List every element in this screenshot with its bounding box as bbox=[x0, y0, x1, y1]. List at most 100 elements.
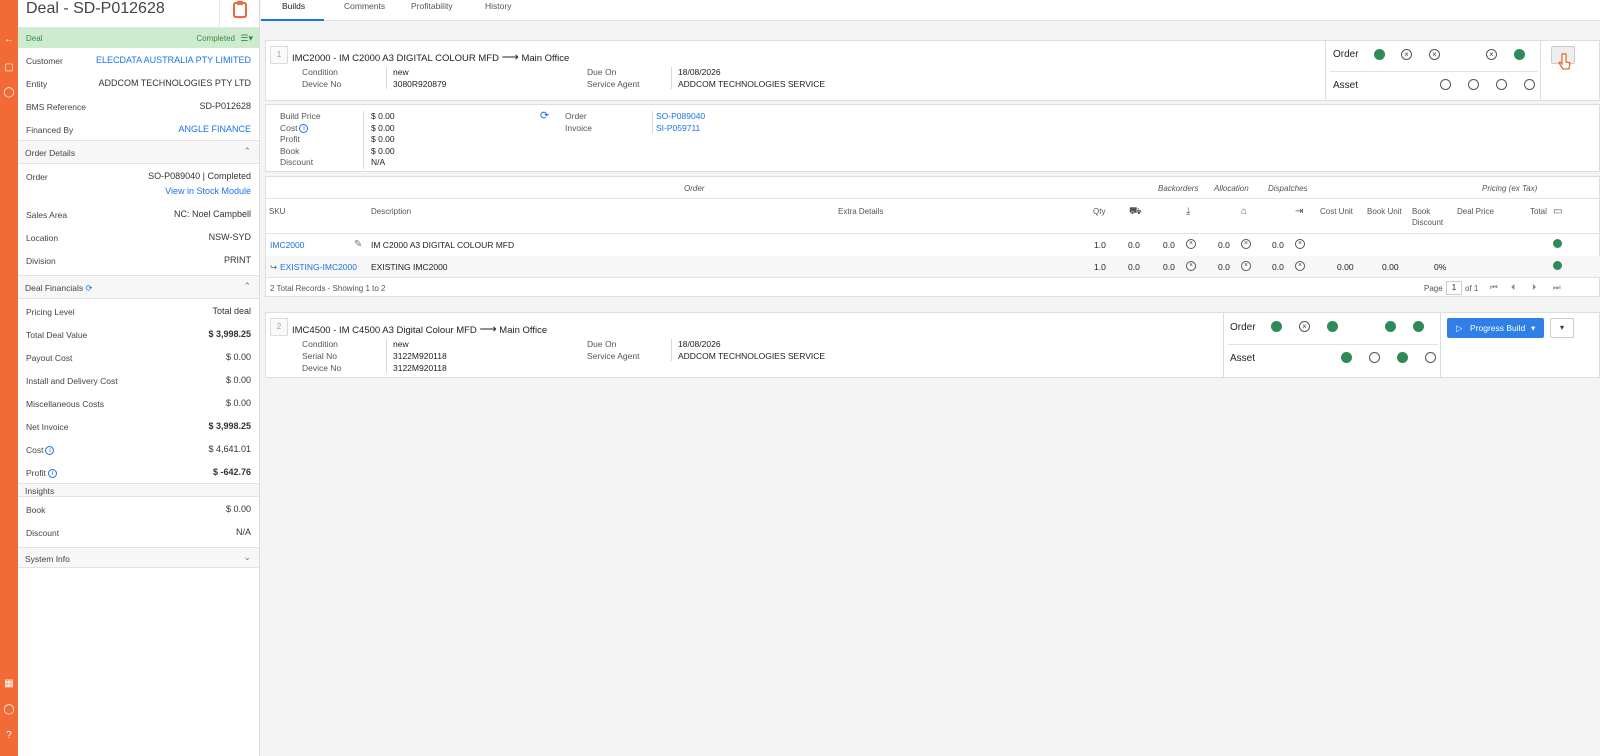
build-destination: Main Office bbox=[521, 53, 570, 64]
link-value[interactable]: SI-P059711 bbox=[656, 123, 700, 133]
system-info-section[interactable]: System Info ⌄ bbox=[18, 547, 259, 568]
build-items-table: Order Backorders Allocation Dispatches P… bbox=[265, 176, 1600, 297]
status-done-icon bbox=[1385, 321, 1396, 332]
divider bbox=[266, 233, 1600, 234]
field-label: Financed By bbox=[26, 125, 74, 135]
status-pending-icon bbox=[1468, 79, 1479, 90]
deal-financials-section[interactable]: Deal Financials ⟳ ⌃ bbox=[18, 275, 259, 299]
field-value[interactable]: ANGLE FINANCE bbox=[178, 124, 251, 134]
item-value: 0.0 bbox=[1163, 262, 1175, 272]
col-book-discount[interactable]: Book bbox=[1412, 207, 1430, 216]
status-cancel-icon: × bbox=[1241, 261, 1251, 271]
chevron-up-icon[interactable]: ⌃ bbox=[243, 281, 251, 292]
serial-value: 3122M920118 bbox=[393, 351, 447, 361]
next-page-icon[interactable]: ⏵ bbox=[1532, 282, 1536, 293]
field-label: Customer bbox=[26, 56, 63, 66]
page-of: of 1 bbox=[1465, 284, 1479, 293]
tab-profitability[interactable]: Profitability bbox=[411, 0, 453, 21]
order-value: SO-P089040 | Completed bbox=[148, 171, 251, 181]
agent-value: ADDCOM TECHNOLOGIES SERVICE bbox=[678, 79, 826, 89]
clipboard-button[interactable] bbox=[219, 0, 259, 28]
field-row: Entity ADDCOM TECHNOLOGIES PTY LTD bbox=[18, 71, 259, 94]
order-detail-row: Sales Area NC: Noel Campbell bbox=[18, 202, 259, 225]
group-order-header: Order bbox=[684, 184, 705, 193]
list-menu-icon[interactable]: ☰▾ bbox=[240, 33, 253, 44]
col-qty[interactable]: Qty bbox=[1093, 207, 1105, 216]
link-label: Order bbox=[565, 111, 587, 121]
pricing-value: $ 0.00 bbox=[371, 122, 395, 133]
group-dispatches-header: Dispatches bbox=[1268, 184, 1308, 193]
prev-page-icon[interactable]: ⏴ bbox=[1511, 282, 1515, 293]
tab-comments[interactable]: Comments bbox=[344, 0, 385, 21]
field-label-text: Profit bbox=[26, 468, 46, 478]
divider bbox=[386, 67, 387, 89]
chevron-down-icon[interactable]: ⌄ bbox=[243, 552, 251, 563]
user-nav-icon[interactable]: ◯ bbox=[3, 87, 15, 99]
info-icon[interactable]: i bbox=[299, 123, 309, 133]
status-done-icon bbox=[1327, 321, 1338, 332]
field-label: BMS Reference bbox=[26, 102, 86, 112]
first-page-icon[interactable]: ⏮ bbox=[1490, 282, 1498, 293]
deal-header: Deal - SD-P012628 bbox=[18, 0, 259, 28]
condition-value: new bbox=[393, 339, 409, 349]
col-description[interactable]: Description bbox=[371, 207, 411, 216]
col-deal-price[interactable]: Deal Price bbox=[1457, 207, 1494, 216]
refresh-icon[interactable]: ⟳ bbox=[86, 283, 93, 293]
pricing-value: $ 0.00 bbox=[371, 134, 395, 144]
link-value[interactable]: SO-P089040 bbox=[656, 111, 705, 121]
col-book-discount-2: Discount bbox=[1412, 218, 1444, 227]
clipboard-nav-icon[interactable]: ▢ bbox=[3, 62, 15, 74]
field-label: Pricing Level bbox=[26, 307, 75, 317]
edit-icon[interactable]: ✎ bbox=[354, 239, 362, 250]
field-value: $ 0.00 bbox=[225, 352, 251, 362]
help-nav-icon[interactable]: ? bbox=[3, 730, 15, 742]
status-done-icon bbox=[1514, 49, 1525, 60]
field-value[interactable]: ELECDATA AUSTRALIA PTY LIMITED bbox=[96, 55, 251, 65]
info-icon[interactable]: i bbox=[45, 446, 55, 456]
build-actions-dropdown[interactable]: ▾ bbox=[1550, 318, 1574, 338]
status-cancel-icon: × bbox=[1401, 49, 1412, 60]
field-label: Discount bbox=[26, 528, 60, 538]
stock-module-link[interactable]: View in Stock Module bbox=[165, 186, 251, 196]
tab-history[interactable]: History bbox=[485, 0, 511, 21]
group-backorders-header: Backorders bbox=[1158, 184, 1199, 193]
financial-row: Profit i $ -642.76 bbox=[18, 460, 259, 483]
info-icon[interactable]: i bbox=[47, 469, 57, 479]
sku-link[interactable]: EXISTING-IMC2000 bbox=[280, 262, 357, 272]
col-cost-unit[interactable]: Cost Unit bbox=[1320, 207, 1353, 216]
agent-value: ADDCOM TECHNOLOGIES SERVICE bbox=[678, 351, 826, 361]
item-value: 0.0 bbox=[1272, 262, 1284, 272]
sku-link[interactable]: IMC2000 bbox=[270, 240, 305, 250]
insight-row: Book $ 0.00 bbox=[18, 497, 259, 520]
order-status-label: Order bbox=[1230, 322, 1256, 333]
status-cancel-icon: × bbox=[1299, 321, 1310, 332]
page-input[interactable]: 1 bbox=[1446, 281, 1462, 295]
profile-nav-icon[interactable]: ◯ bbox=[3, 704, 15, 716]
field-label: Location bbox=[26, 233, 59, 243]
field-value: N/A bbox=[235, 527, 251, 537]
build-number: 2 bbox=[270, 318, 288, 336]
col-book-unit[interactable]: Book Unit bbox=[1367, 207, 1402, 216]
chevron-up-icon[interactable]: ⌃ bbox=[243, 146, 251, 157]
col-sku[interactable]: SKU bbox=[269, 207, 285, 216]
back-arrow-icon[interactable]: ← bbox=[3, 34, 15, 46]
financial-row: Install and Delivery Cost $ 0.00 bbox=[18, 368, 259, 391]
order-detail-row: Location NSW-SYD bbox=[18, 225, 259, 248]
refresh-icon[interactable]: ⟳ bbox=[540, 109, 549, 122]
pricing-label: Cost i bbox=[280, 123, 309, 133]
last-page-icon[interactable]: ⏭ bbox=[1553, 282, 1561, 293]
grid-nav-icon[interactable]: ▦ bbox=[3, 678, 15, 690]
chevron-down-icon[interactable]: ▾ bbox=[1531, 323, 1535, 334]
field-row: BMS Reference SD-P012628 bbox=[18, 94, 259, 117]
order-details-section[interactable]: Order Details ⌃ bbox=[18, 140, 259, 164]
status-cancel-icon: × bbox=[1241, 239, 1251, 249]
col-total[interactable]: Total bbox=[1530, 207, 1547, 216]
field-value: PRINT bbox=[224, 255, 251, 265]
tab-builds[interactable]: Builds bbox=[261, 0, 324, 21]
status-done-icon bbox=[1271, 321, 1282, 332]
status-pending-icon bbox=[1440, 79, 1451, 90]
chevron-down-icon: ▾ bbox=[1559, 323, 1564, 332]
progress-build-button[interactable]: ▷ Progress Build ▾ bbox=[1447, 318, 1544, 338]
col-extra-details[interactable]: Extra Details bbox=[838, 207, 883, 216]
status-panel: Order × × × Asset bbox=[1325, 41, 1541, 100]
